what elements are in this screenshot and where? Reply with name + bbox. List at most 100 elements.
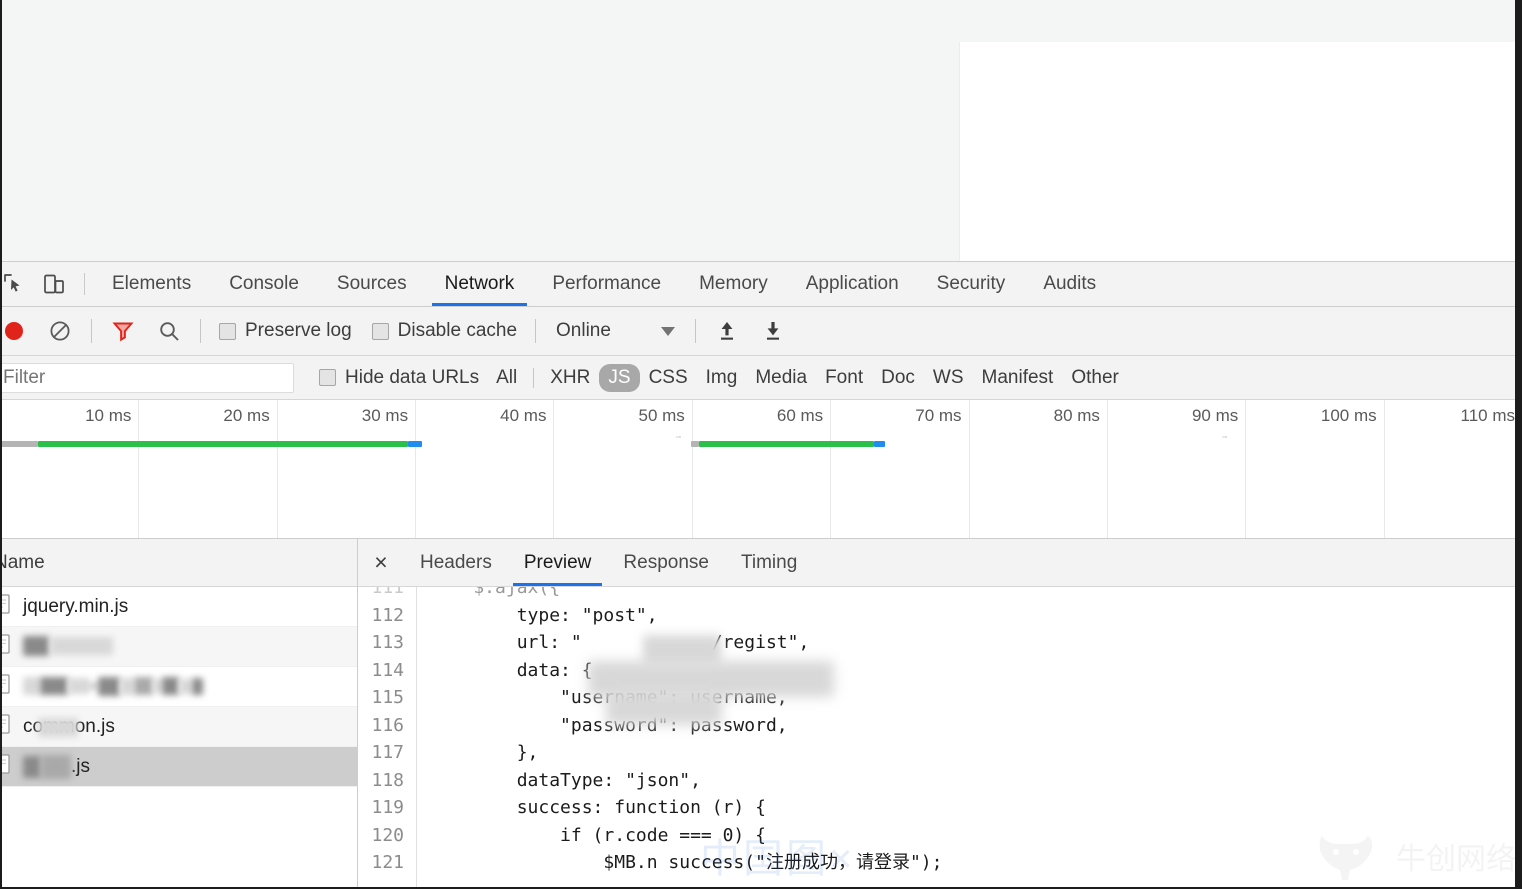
code-line-content: url: " /regist", (430, 632, 810, 653)
tab-application[interactable]: Application (787, 262, 918, 306)
resource-type-filters: All XHR JS CSS Img Media Font Doc WS Man… (487, 363, 1128, 392)
timeline-tick-label: 20 ms (223, 406, 270, 425)
tab-network[interactable]: Network (426, 262, 534, 306)
timeline-gridline (968, 400, 970, 538)
request-name: .js (23, 754, 90, 779)
timeline-tick-label: 10 ms (85, 406, 132, 425)
network-timeline-overview[interactable]: 10 ms 20 ms 30 ms 40 ms 50 ms 60 ms 70 ms 80 ms… (0, 400, 1522, 539)
type-filter-ws[interactable]: WS (924, 364, 973, 392)
timeline-waterfall-bar (691, 441, 699, 447)
table-row[interactable]: common.js (0, 707, 357, 747)
code-line: 121 $MB.n success("注册成功，请登录"); (358, 849, 1522, 877)
tab-response-label: Response (623, 551, 709, 573)
toolbar-divider-2 (200, 319, 201, 343)
request-name-redaction (38, 718, 78, 737)
clear-button[interactable] (37, 308, 83, 354)
code-line-content: }, (430, 742, 539, 763)
timeline-gridline (1106, 400, 1108, 538)
type-filter-manifest[interactable]: Manifest (973, 364, 1063, 392)
tab-sources-label: Sources (336, 273, 407, 294)
tab-timing[interactable]: Timing (725, 539, 813, 586)
request-name: jquery.min.js (23, 595, 129, 617)
inspect-element-icon[interactable] (0, 262, 34, 306)
toolbar-divider (91, 319, 92, 343)
table-row[interactable]: jquery.min.js (0, 587, 357, 627)
request-name-redacted (23, 676, 203, 698)
filter-icon[interactable] (100, 308, 146, 354)
preserve-log-box[interactable] (219, 322, 236, 340)
table-row[interactable] (0, 667, 357, 707)
chevron-down-icon[interactable] (660, 326, 675, 336)
type-filter-font[interactable]: Font (816, 364, 872, 392)
tab-audits-label: Audits (1043, 273, 1097, 294)
code-line-number: 113 (371, 632, 404, 653)
tab-elements[interactable]: Elements (93, 262, 210, 306)
tab-audits[interactable]: Audits (1024, 262, 1115, 306)
request-list-header[interactable]: Name (0, 539, 357, 587)
tab-elements-label: Elements (112, 273, 192, 294)
disable-cache-checkbox[interactable]: Disable cache (362, 320, 527, 342)
close-icon[interactable]: × (358, 540, 404, 586)
tab-performance[interactable]: Performance (533, 262, 680, 306)
tab-performance-label: Performance (552, 273, 662, 294)
hide-data-urls-box[interactable] (319, 369, 336, 386)
record-button[interactable] (0, 308, 37, 354)
filter-input[interactable] (0, 362, 294, 393)
tab-preview-label: Preview (523, 551, 592, 573)
timeline-waterfall-bar (38, 441, 408, 447)
export-har-icon[interactable] (750, 308, 796, 354)
toggle-device-toolbar-icon[interactable] (34, 262, 74, 306)
toolbar-divider-4 (694, 319, 696, 343)
search-icon[interactable] (146, 308, 192, 354)
preserve-log-checkbox[interactable]: Preserve log (209, 320, 362, 342)
code-lines: 111 $.ajax({112 type: "post", 113 url: " … (358, 587, 1522, 877)
tab-network-label: Network (444, 273, 515, 294)
type-filter-img[interactable]: Img (697, 364, 747, 392)
column-header-name: Name (0, 551, 45, 573)
hide-data-urls-checkbox[interactable]: Hide data URLs (319, 367, 479, 389)
code-line: 115 "username": username, (358, 684, 1522, 712)
type-filter-js[interactable]: JS (599, 363, 640, 392)
tab-headers[interactable]: Headers (404, 539, 508, 586)
code-line: 117 }, (358, 739, 1522, 767)
devtools-tab-strip: Elements Console Sources Network Perform… (0, 262, 1522, 307)
type-filter-other[interactable]: Other (1062, 364, 1128, 392)
tab-response[interactable]: Response (607, 539, 725, 586)
timeline-gridline (691, 400, 693, 538)
import-har-icon[interactable] (704, 308, 750, 354)
hide-data-urls-label: Hide data URLs (345, 366, 480, 388)
code-line-content: dataType: "json", (430, 769, 701, 791)
type-filter-xhr[interactable]: XHR (541, 364, 599, 392)
code-line: 112 type: "post", (358, 602, 1522, 630)
code-line: 118 dataType: "json", (358, 767, 1522, 795)
type-filter-css[interactable]: CSS (640, 364, 697, 392)
disable-cache-label: Disable cache (397, 320, 518, 341)
tab-sources[interactable]: Sources (318, 262, 426, 306)
tab-console[interactable]: Console (210, 262, 318, 306)
code-line: 119 success: function (r) { (358, 794, 1522, 822)
code-line-number: 118 (371, 769, 404, 791)
type-filter-all[interactable]: All (487, 364, 526, 392)
page-viewport (0, 0, 1522, 261)
code-line: 113 url: " /regist", (358, 629, 1522, 657)
tab-headers-label: Headers (420, 551, 492, 573)
type-filter-media[interactable]: Media (746, 364, 816, 392)
timeline-gridline (138, 400, 140, 538)
tab-preview[interactable]: Preview (508, 539, 608, 586)
network-toolbar: Preserve log Disable cache Online (0, 307, 1522, 356)
code-line-number: 119 (371, 797, 404, 818)
table-row[interactable] (0, 627, 357, 667)
tab-application-label: Application (805, 273, 899, 294)
tab-security-label: Security (936, 273, 1006, 294)
code-line: 114 data: { (358, 657, 1522, 685)
throttling-select[interactable]: Online (544, 320, 687, 342)
disable-cache-box[interactable] (371, 322, 389, 340)
tab-memory[interactable]: Memory (680, 262, 787, 306)
type-filter-doc[interactable]: Doc (872, 364, 924, 392)
timeline-tick-label: 80 ms (1053, 406, 1100, 425)
table-row-selected[interactable]: .js (0, 747, 357, 787)
timeline-waterfall-bar (699, 441, 874, 447)
code-line: 111 $.ajax({ (358, 587, 1522, 602)
code-preview[interactable]: 111 $.ajax({112 type: "post", 113 url: " … (358, 587, 1522, 889)
tab-security[interactable]: Security (918, 262, 1025, 306)
